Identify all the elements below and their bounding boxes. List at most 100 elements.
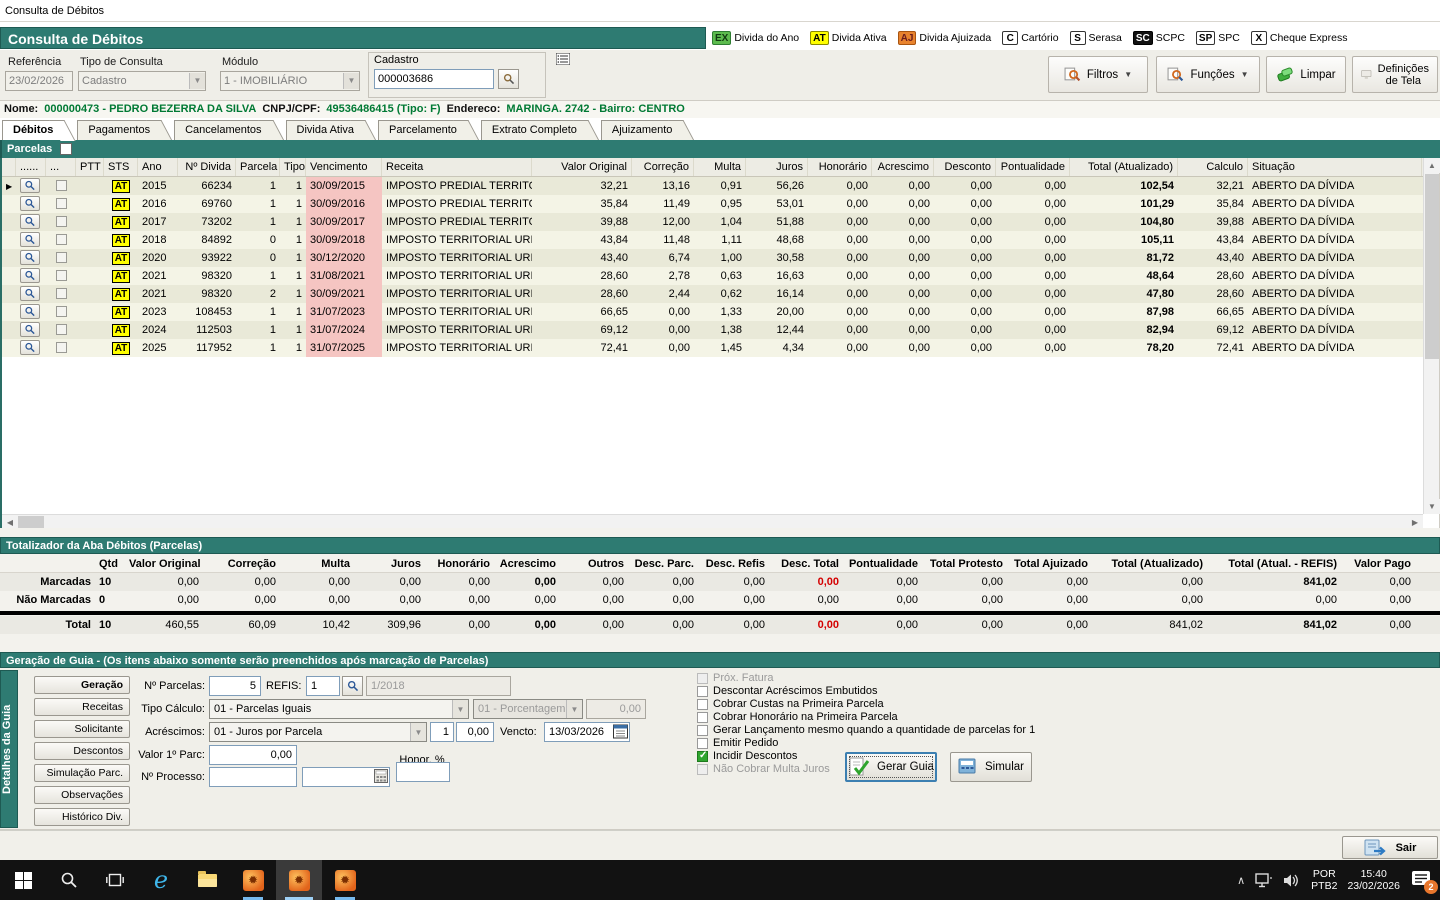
cadastro-search-button[interactable]: [498, 69, 519, 89]
modulo-select[interactable]: 1 - IMOBILIÁRIO ▼: [220, 71, 360, 91]
acrescimos-select[interactable]: 01 - Juros por Parcela ▼: [209, 722, 427, 742]
checkbox-cobrar-honorario-na-primeira-parcela[interactable]: Cobrar Honorário na Primeira Parcela: [697, 711, 898, 723]
tipo-calculo-select[interactable]: 01 - Parcelas Iguais ▼: [209, 699, 469, 719]
guide-side-tab[interactable]: Detalhes da Guia: [0, 670, 18, 828]
guide-nav-descontos[interactable]: Descontos: [34, 742, 130, 760]
row-checkbox[interactable]: [56, 180, 67, 191]
checkbox-box[interactable]: [697, 725, 708, 736]
acrescimos-qtd-input[interactable]: 1: [430, 722, 454, 742]
checkbox-cobrar-custas-na-primeira-parcela[interactable]: Cobrar Custas na Primeira Parcela: [697, 698, 884, 710]
row-magnifier-button[interactable]: [20, 304, 40, 319]
vertical-scrollbar[interactable]: ▲ ▼: [1423, 158, 1439, 514]
taskbar-search-button[interactable]: [46, 860, 92, 900]
row-checkbox[interactable]: [56, 252, 67, 263]
simular-button[interactable]: Simular: [950, 752, 1032, 782]
guide-nav-solicitante[interactable]: Solicitante: [34, 720, 130, 738]
vscroll-thumb[interactable]: [1425, 174, 1439, 359]
file-explorer-button[interactable]: [184, 860, 230, 900]
row-checkbox[interactable]: [56, 216, 67, 227]
clock[interactable]: 15:4023/02/2026: [1347, 868, 1400, 892]
tab-extrato-completo[interactable]: Extrato Completo: [481, 120, 585, 140]
scroll-left-icon[interactable]: ◀: [2, 515, 18, 529]
checkbox-box[interactable]: [697, 699, 708, 710]
definicoes-de-tela-button[interactable]: Definiçõesde Tela: [1352, 56, 1438, 93]
valor-parc-input[interactable]: 0,00: [209, 745, 297, 765]
guide-nav-receitas[interactable]: Receitas: [34, 698, 130, 716]
processo-input[interactable]: [209, 767, 297, 787]
language-indicator[interactable]: PORPTB2: [1311, 868, 1337, 892]
tab-debitos[interactable]: Débitos: [2, 120, 61, 140]
row-checkbox[interactable]: [56, 234, 67, 245]
app-window-3-button[interactable]: ✹: [322, 860, 368, 900]
row-checkbox[interactable]: [56, 288, 67, 299]
row-magnifier-button[interactable]: [20, 178, 40, 193]
guide-nav-simulacao-parc[interactable]: Simulação Parc.: [34, 764, 130, 782]
task-view-button[interactable]: [92, 860, 138, 900]
speaker-icon[interactable]: [1283, 873, 1301, 888]
calendar-icon[interactable]: [613, 724, 628, 742]
row-magnifier-button[interactable]: [20, 268, 40, 283]
row-magnifier-button[interactable]: [20, 214, 40, 229]
row-checkbox[interactable]: [56, 198, 67, 209]
row-checkbox[interactable]: [56, 270, 67, 281]
scroll-right-icon[interactable]: ▶: [1407, 515, 1423, 529]
row-magnifier-button[interactable]: [20, 340, 40, 355]
horizontal-scrollbar[interactable]: ◀ ▶: [2, 514, 1423, 528]
checkbox-nao-cobrar-multa-juros[interactable]: Não Cobrar Multa Juros: [697, 763, 830, 775]
row-magnifier-button[interactable]: [20, 286, 40, 301]
row-checkbox[interactable]: [56, 342, 67, 353]
sair-button[interactable]: Sair: [1342, 836, 1438, 859]
row-magnifier-button[interactable]: [20, 232, 40, 247]
calculator-icon[interactable]: [374, 769, 388, 786]
checkbox-box[interactable]: [697, 673, 708, 684]
notification-center-button[interactable]: 2: [1410, 869, 1434, 891]
honor-input[interactable]: [396, 762, 450, 782]
checkbox-gerar-lancamento-mesmo-quando-a-quantidade-de-parcelas-for-1[interactable]: Gerar Lançamento mesmo quando a quantida…: [697, 724, 1035, 736]
row-checkbox[interactable]: [56, 324, 67, 335]
row-checkbox[interactable]: [56, 306, 67, 317]
checkbox-box[interactable]: [697, 764, 708, 775]
funcoes-button[interactable]: Funções ▼: [1156, 56, 1260, 93]
tipo-consulta-select[interactable]: Cadastro ▼: [78, 71, 206, 91]
checkbox-box[interactable]: [697, 686, 708, 697]
checkbox-box[interactable]: [697, 738, 708, 749]
checkbox-emitir-pedido[interactable]: Emitir Pedido: [697, 737, 778, 749]
filtros-button[interactable]: Filtros ▼: [1048, 56, 1148, 93]
tab-divida-ativa[interactable]: Divida Ativa: [286, 120, 362, 140]
scroll-up-icon[interactable]: ▲: [1424, 158, 1440, 173]
checkbox-box[interactable]: [697, 712, 708, 723]
scroll-down-icon[interactable]: ▼: [1424, 499, 1440, 514]
app-window-1-button[interactable]: ✹: [230, 860, 276, 900]
limpar-button[interactable]: Limpar: [1266, 56, 1346, 93]
network-icon[interactable]: [1255, 873, 1273, 888]
tab-pagamentos[interactable]: Pagamentos: [77, 120, 158, 140]
row-magnifier-button[interactable]: [20, 196, 40, 211]
tab-parcelamento[interactable]: Parcelamento: [378, 120, 465, 140]
app-window-2-button[interactable]: ✹: [276, 860, 322, 900]
start-button[interactable]: [0, 860, 46, 900]
row-magnifier-button[interactable]: [20, 322, 40, 337]
guide-nav-geracao[interactable]: Geração: [34, 676, 130, 694]
row-magnifier-button[interactable]: [20, 250, 40, 265]
referencia-field[interactable]: 23/02/2026: [5, 71, 73, 91]
n-parcelas-input[interactable]: 5: [209, 676, 261, 696]
refis-input[interactable]: 1: [306, 676, 340, 696]
guide-nav-observacoes[interactable]: Observações: [34, 786, 130, 804]
parcelas-checkbox[interactable]: [60, 143, 72, 155]
list-icon[interactable]: [556, 53, 570, 68]
gerar-guia-button[interactable]: Gerar Guia: [845, 752, 937, 782]
checkbox-incidir-descontos[interactable]: Incidir Descontos: [697, 750, 797, 762]
tab-cancelamentos[interactable]: Cancelamentos: [174, 120, 269, 140]
internet-explorer-button[interactable]: e: [138, 860, 184, 900]
cadastro-input[interactable]: 000003686: [374, 69, 494, 89]
acrescimos-valor-input[interactable]: 0,00: [456, 722, 494, 742]
checkbox-prox-fatura[interactable]: Próx. Fatura: [697, 672, 774, 684]
grid-rows: ▶AT2015662341130/09/2015IMPOSTO PREDIAL …: [2, 177, 1439, 357]
guide-nav-historico-div[interactable]: Histórico Div.: [34, 808, 130, 826]
refis-search-button[interactable]: [342, 676, 363, 696]
tab-ajuizamento[interactable]: Ajuizamento: [601, 120, 681, 140]
checkbox-box[interactable]: [697, 751, 708, 762]
hscroll-thumb[interactable]: [18, 516, 44, 528]
checkbox-descontar-acrescimos-embutidos[interactable]: Descontar Acréscimos Embutidos: [697, 685, 877, 697]
tray-chevron-icon[interactable]: ∧: [1237, 874, 1245, 887]
